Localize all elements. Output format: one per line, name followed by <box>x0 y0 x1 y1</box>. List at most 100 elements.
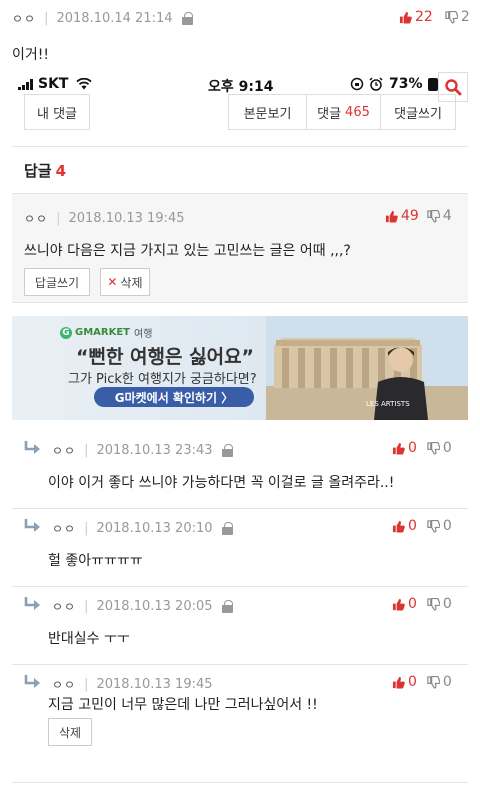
thumbs-down-icon <box>427 441 440 455</box>
post-datetime: 2018.10.14 21:14 <box>56 11 173 26</box>
reply-votes: 0 0 <box>392 440 452 456</box>
divider <box>12 664 468 665</box>
status-right: 73% <box>350 76 438 92</box>
meta-separator: | <box>84 521 89 536</box>
comment-votes: 49 4 <box>385 208 452 224</box>
reply-upvote-count: 0 <box>408 596 417 612</box>
delete-button[interactable]: 삭제 <box>48 718 92 746</box>
downvote-button[interactable]: 0 <box>427 596 452 612</box>
downvote-button[interactable]: 4 <box>427 208 452 224</box>
comment-datetime: 2018.10.13 19:45 <box>68 211 185 226</box>
delete-label: 삭제 <box>120 275 143 290</box>
upvote-button[interactable]: 0 <box>392 518 417 534</box>
view-post-button[interactable]: 본문보기 <box>229 95 307 129</box>
ad-banner[interactable]: G GMARKET 여행 “뻔한 여행은 싫어요” 그가 Pick한 여행지가 … <box>12 316 468 420</box>
comment-toolbar: 본문보기 댓글 465 댓글쓰기 <box>228 94 456 130</box>
battery-percent: 73% <box>389 76 423 92</box>
post-downvote-count: 2 <box>460 9 470 25</box>
meta-separator: | <box>84 443 89 458</box>
comment-text: 쓰니야 다음은 지금 가지고 있는 고민쓰는 글은 어때 ,,,? <box>24 243 351 259</box>
reply-downvote-count: 0 <box>442 518 452 534</box>
alarm-icon <box>369 77 383 91</box>
post-votes: 22 2 <box>399 9 470 25</box>
post-body: 이거!! <box>12 47 49 63</box>
comments-count: 465 <box>345 104 370 120</box>
meta-separator: | <box>84 677 89 692</box>
post-upvote-count: 22 <box>415 9 433 25</box>
reply-text: 이야 이거 좋다 쓰니야 가능하다면 꼭 이걸로 글 올려주라..! <box>48 475 395 491</box>
comment-downvote-count: 4 <box>442 208 452 224</box>
meta-separator: | <box>56 211 61 226</box>
upvote-button[interactable]: 0 <box>392 440 417 456</box>
my-comments-button[interactable]: 내 댓글 <box>24 94 90 130</box>
embedded-screenshot: SKT 오후 9:14 73% 내 댓글 본문보기 댓글 465 댓글쓰기 답글 4 <box>12 68 468 804</box>
battery-icon <box>427 77 438 91</box>
signal-icon <box>18 78 34 90</box>
reply-datetime: 2018.10.13 19:45 <box>96 677 213 692</box>
ad-shirt-text: LES ARTISTS <box>366 400 410 408</box>
reply-meta: ㅇㅇ | 2018.10.13 20:05 <box>52 598 233 615</box>
comments-tab[interactable]: 댓글 465 <box>307 95 381 129</box>
reply-datetime: 2018.10.13 20:05 <box>96 599 213 614</box>
reply-meta: ㅇㅇ | 2018.10.13 23:43 <box>52 442 233 459</box>
carrier-name: SKT <box>38 76 69 92</box>
downvote-button[interactable]: 0 <box>427 674 452 690</box>
replies-label: 답글 <box>24 162 52 180</box>
reply-upvote-count: 0 <box>408 518 417 534</box>
divider <box>12 586 468 587</box>
ad-subline: 그가 Pick한 여행지가 궁금하다면? <box>68 372 257 387</box>
comment-author: ㅇㅇ <box>24 212 49 226</box>
status-time: 오후 9:14 <box>208 79 274 95</box>
thumbs-down-icon <box>427 209 440 223</box>
thumbs-up-icon <box>392 598 405 611</box>
post-author: ㅇㅇ <box>12 12 37 26</box>
reply-author: ㅇㅇ <box>52 600 77 614</box>
upvote-button[interactable]: 49 <box>385 208 419 224</box>
reply-text: 지금 고민이 너무 많은데 나만 그러나싶어서 !! <box>48 697 318 713</box>
thumbs-up-icon <box>392 520 405 533</box>
reply-downvote-count: 0 <box>442 596 452 612</box>
reply-author: ㅇㅇ <box>52 678 77 692</box>
delete-button[interactable]: ✕ 삭제 <box>100 268 150 296</box>
ad-tag: 여행 <box>134 329 153 340</box>
reply-votes: 0 0 <box>392 674 452 690</box>
thumbs-down-icon <box>427 519 440 533</box>
reply-button[interactable]: 답글쓰기 <box>24 268 90 296</box>
reply-downvote-count: 0 <box>442 440 452 456</box>
upvote-button[interactable]: 0 <box>392 596 417 612</box>
replies-heading: 답글 4 <box>24 160 66 181</box>
write-comment-button[interactable]: 댓글쓰기 <box>381 95 455 129</box>
reply-upvote-count: 0 <box>408 440 417 456</box>
ad-brand: GMARKET <box>75 327 130 338</box>
close-icon: ✕ <box>107 275 118 289</box>
meta-separator: | <box>84 599 89 614</box>
upvote-button[interactable]: 22 <box>399 9 433 25</box>
downvote-button[interactable]: 0 <box>427 518 452 534</box>
thumbs-up-icon <box>399 11 412 24</box>
reply-votes: 0 0 <box>392 596 452 612</box>
downvote-button[interactable]: 2 <box>445 9 470 25</box>
reply-datetime: 2018.10.13 23:43 <box>96 443 213 458</box>
comments-label: 댓글 <box>317 106 342 122</box>
reply-text: 헐 좋아ㅠㅠㅠㅠ <box>48 553 143 569</box>
replies-count: 4 <box>55 162 67 180</box>
downvote-button[interactable]: 0 <box>427 440 452 456</box>
reply-meta: ㅇㅇ | 2018.10.13 19:45 <box>52 676 213 693</box>
reply-arrow-icon <box>24 675 40 688</box>
reply-upvote-count: 0 <box>408 674 417 690</box>
post-header: ㅇㅇ | 2018.10.14 21:14 22 2 <box>0 0 480 36</box>
gmarket-logo-icon: G <box>60 326 72 339</box>
thumbs-down-icon <box>427 675 440 689</box>
divider <box>12 508 468 509</box>
upvote-button[interactable]: 0 <box>392 674 417 690</box>
ad-cta-button[interactable]: G마켓에서 확인하기 〉 <box>94 387 254 407</box>
ad-headline: “뻔한 여행은 싫어요” <box>76 346 255 368</box>
lock-icon <box>221 444 233 457</box>
ad-logo: G GMARKET 여행 <box>60 325 152 340</box>
reply-arrow-icon <box>24 441 40 454</box>
reply-votes: 0 0 <box>392 518 452 534</box>
lock-icon <box>221 600 233 613</box>
divider <box>12 146 468 147</box>
reply-author: ㅇㅇ <box>52 444 77 458</box>
thumbs-up-icon <box>392 442 405 455</box>
